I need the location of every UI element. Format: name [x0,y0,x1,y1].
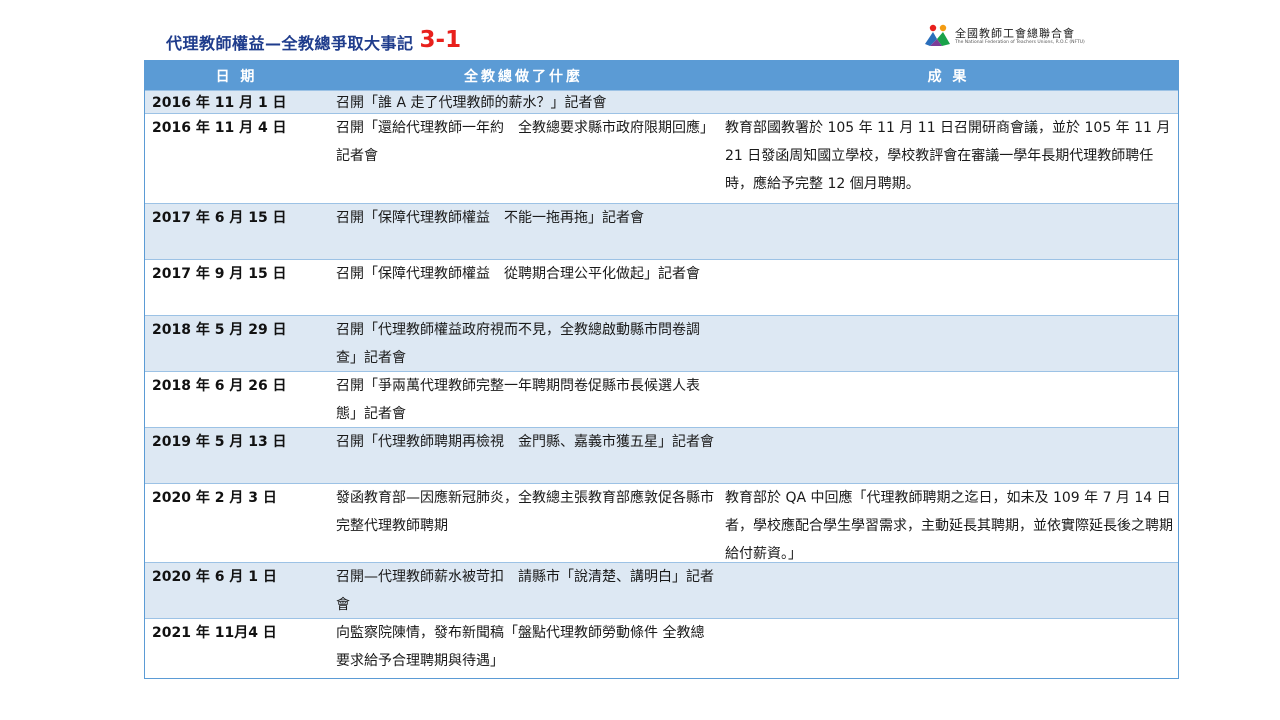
title-text: 代理教師權益—全教總爭取大事記 [166,34,414,53]
row-date: 2016 年 11 月 4 日 [145,113,328,203]
header-action: 全教總做了什麼 [328,61,719,90]
row-date: 2020 年 2 月 3 日 [145,483,328,562]
row-action: 召開「代理教師權益政府視而不見，全教總啟動縣市問卷調查」記者會 [328,315,719,371]
row-result [719,259,1178,315]
row-action: 發函教育部—因應新冠肺炎，全教總主張教育部應敦促各縣市完整代理教師聘期 [328,483,719,562]
row-result [719,562,1178,618]
row-result [719,427,1178,483]
row-date: 2017 年 6 月 15 日 [145,203,328,259]
row-date: 2018 年 6 月 26 日 [145,371,328,427]
logo-name-zh: 全國教師工會總聯合會 [955,26,1075,40]
header-result: 成 果 [719,61,1178,90]
nftu-logo: 全國教師工會總聯合會 The National Federation of Te… [922,22,1085,50]
row-action: 召開「爭兩萬代理教師完整一年聘期問卷促縣市長候選人表態」記者會 [328,371,719,427]
page-title: 代理教師權益—全教總爭取大事記 3-1 [166,22,461,54]
row-action: 召開「誰 A 走了代理教師的薪水？」記者會 [328,90,719,113]
header-date: 日 期 [145,61,328,90]
row-action: 召開—代理教師薪水被苛扣 請縣市「說清楚、講明白」記者會 [328,562,719,618]
row-result [719,315,1178,371]
logo-name-en: The National Federation of Teachers Unio… [955,39,1085,45]
row-date: 2016 年 11 月 1 日 [145,90,328,113]
title-number: 3-1 [419,27,462,53]
row-result: 教育部於 QA 中回應「代理教師聘期之迄日，如未及 109 年 7 月 14 日… [719,483,1178,562]
row-action: 召開「保障代理教師權益 從聘期合理公平化做起」記者會 [328,259,719,315]
row-action: 召開「代理教師聘期再檢視 金門縣、嘉義市獲五星」記者會 [328,427,719,483]
row-action: 向監察院陳情，發布新聞稿「盤點代理教師勞動條件 全教總要求給予合理聘期與待遇」 [328,618,719,673]
row-date: 2020 年 6 月 1 日 [145,562,328,618]
row-action: 召開「保障代理教師權益 不能一拖再拖」記者會 [328,203,719,259]
row-action: 召開「還給代理教師一年約 全教總要求縣市政府限期回應」記者會 [328,113,719,203]
row-result: 教育部國教署於 105 年 11 月 11 日召開研商會議，並於 105 年 1… [719,113,1178,203]
row-date: 2018 年 5 月 29 日 [145,315,328,371]
milestone-table: 日 期 全教總做了什麼 成 果 2016 年 11 月 1 日 召開「誰 A 走… [144,60,1179,679]
union-logo-icon [925,24,950,46]
row-result [719,90,1178,113]
row-result [719,371,1178,427]
row-result [719,618,1178,673]
row-date: 2019 年 5 月 13 日 [145,427,328,483]
row-result [719,203,1178,259]
row-date: 2017 年 9 月 15 日 [145,259,328,315]
row-date: 2021 年 11月4 日 [145,618,328,673]
